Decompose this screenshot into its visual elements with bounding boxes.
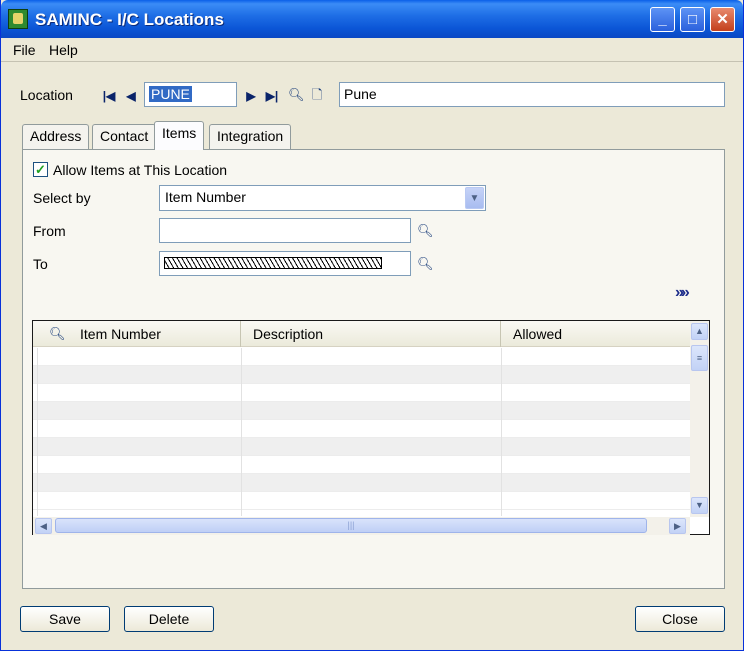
save-button[interactable]: Save — [20, 606, 110, 632]
tab-items[interactable]: Items — [154, 121, 205, 150]
grid-search-icon[interactable]: 🔍︎ — [49, 327, 66, 341]
scroll-down-icon[interactable]: ▼ — [691, 497, 708, 514]
allow-items-label: Allow Items at This Location — [53, 162, 228, 178]
grid-divider — [37, 348, 38, 516]
from-finder-icon[interactable]: 🔍︎ — [417, 224, 434, 238]
grid-divider — [501, 348, 502, 516]
grid-divider — [241, 348, 242, 516]
title-bar[interactable]: SAMINC - I/C Locations _ □ ✕ — [1, 0, 743, 38]
close-window-button[interactable]: ✕ — [710, 7, 735, 32]
table-row[interactable] — [33, 384, 690, 402]
maximize-button[interactable]: □ — [680, 7, 705, 32]
menu-help[interactable]: Help — [49, 42, 78, 58]
table-row[interactable] — [33, 492, 690, 510]
to-max-value-pattern — [164, 257, 382, 269]
table-row[interactable] — [33, 402, 690, 420]
grid-header-description[interactable]: Description — [241, 321, 501, 347]
menu-bar: File Help — [1, 38, 743, 62]
vertical-scroll-thumb[interactable]: ≡ — [691, 345, 708, 371]
table-row[interactable] — [33, 438, 690, 456]
scroll-right-icon[interactable]: ▶ — [669, 518, 686, 534]
chevron-down-icon[interactable]: ▼ — [465, 187, 484, 209]
table-row[interactable] — [33, 420, 690, 438]
items-grid[interactable]: 🔍︎ Item Number Description Allowed ▲ ≡ ▼… — [32, 320, 710, 535]
table-row[interactable] — [33, 366, 690, 384]
previous-record-icon[interactable]: ◀ — [123, 88, 139, 104]
grid-body[interactable] — [33, 348, 690, 516]
to-label: To — [33, 256, 48, 272]
select-by-dropdown[interactable]: Item Number ▼ — [159, 185, 486, 211]
from-input[interactable] — [159, 218, 411, 243]
close-button[interactable]: Close — [635, 606, 725, 632]
grid-header-item-number[interactable]: 🔍︎ Item Number — [33, 321, 241, 347]
table-row[interactable] — [33, 474, 690, 492]
allow-items-checkbox[interactable]: ✓ — [33, 162, 48, 177]
menu-file[interactable]: File — [13, 42, 36, 58]
double-chevron-right-icon[interactable]: »» — [675, 284, 690, 302]
new-document-icon[interactable]: 🗋 — [312, 88, 326, 102]
location-finder-icon[interactable]: 🔍︎ — [288, 88, 305, 102]
last-record-icon[interactable]: ▶| — [264, 88, 280, 104]
horizontal-scrollbar[interactable]: ◀ ||| ▶ — [33, 517, 690, 535]
minimize-button[interactable]: _ — [650, 7, 675, 32]
tab-integration[interactable]: Integration — [209, 124, 292, 149]
horizontal-scroll-thumb[interactable]: ||| — [55, 518, 647, 533]
location-code-input[interactable]: PUNE — [144, 82, 237, 107]
tab-contact[interactable]: Contact — [92, 124, 157, 149]
table-row[interactable] — [33, 456, 690, 474]
grid-header-allowed[interactable]: Allowed — [501, 321, 690, 347]
select-by-value: Item Number — [165, 189, 246, 205]
location-label: Location — [20, 87, 73, 103]
scroll-up-icon[interactable]: ▲ — [691, 323, 708, 340]
window-title: SAMINC - I/C Locations — [35, 10, 224, 29]
tab-address[interactable]: Address — [22, 124, 90, 149]
grid-header: 🔍︎ Item Number Description Allowed — [33, 321, 690, 347]
next-record-icon[interactable]: ▶ — [243, 88, 259, 104]
from-label: From — [33, 223, 66, 239]
delete-button[interactable]: Delete — [124, 606, 214, 632]
table-row[interactable] — [33, 348, 690, 366]
location-description-input[interactable]: Pune — [339, 82, 725, 107]
to-finder-icon[interactable]: 🔍︎ — [417, 257, 434, 271]
vertical-scrollbar[interactable]: ▲ ≡ ▼ — [690, 321, 709, 517]
select-by-label: Select by — [33, 190, 91, 206]
first-record-icon[interactable]: |◀ — [101, 88, 117, 104]
scroll-left-icon[interactable]: ◀ — [35, 518, 52, 534]
main-window: SAMINC - I/C Locations _ □ ✕ File Help L… — [0, 0, 744, 651]
app-icon — [8, 9, 28, 29]
